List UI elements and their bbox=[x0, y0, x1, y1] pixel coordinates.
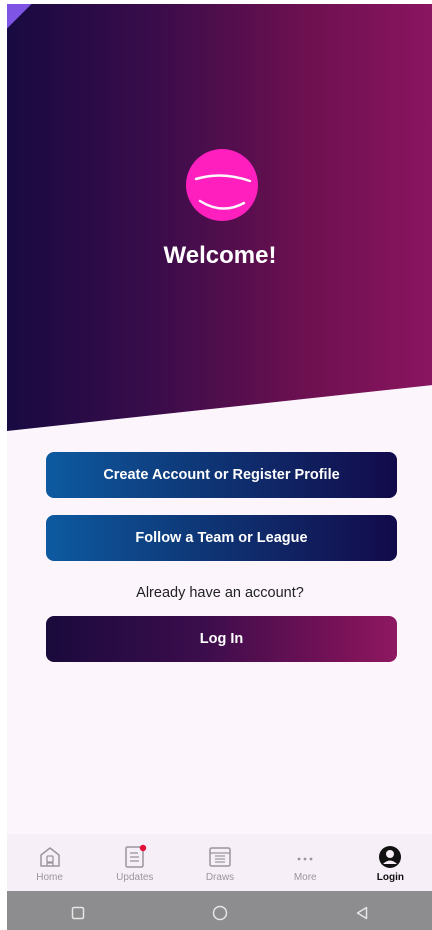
app-frame: Welcome! Create Account or Register Prof… bbox=[7, 4, 432, 930]
home-circle-icon[interactable] bbox=[207, 900, 233, 926]
nav-item-draws[interactable]: Draws bbox=[177, 834, 262, 891]
nav-item-updates[interactable]: Updates bbox=[92, 834, 177, 891]
already-have-account-text: Already have an account? bbox=[136, 585, 304, 601]
more-icon bbox=[292, 844, 318, 870]
back-triangle-icon[interactable] bbox=[349, 900, 375, 926]
updates-icon bbox=[122, 844, 148, 870]
updates-badge bbox=[139, 844, 146, 852]
account-icon bbox=[377, 844, 403, 870]
nav-item-login[interactable]: Login bbox=[348, 834, 432, 891]
recent-apps-icon[interactable] bbox=[65, 900, 91, 926]
nav-item-more[interactable]: More bbox=[263, 834, 348, 891]
nav-label-draws: Draws bbox=[205, 872, 235, 883]
welcome-title: Welcome! bbox=[163, 242, 277, 269]
nav-label-login: Login bbox=[376, 872, 405, 883]
ball-logo-icon bbox=[186, 149, 258, 221]
nav-label-more: More bbox=[293, 872, 317, 883]
log-in-button[interactable]: Log In bbox=[46, 616, 397, 662]
home-icon bbox=[37, 844, 63, 870]
nav-label-home: Home bbox=[36, 872, 63, 883]
bottom-navigation: Home Updates Draws More Login bbox=[7, 834, 432, 891]
nav-label-updates: Updates bbox=[116, 872, 154, 883]
draws-icon bbox=[207, 844, 233, 870]
nav-item-home[interactable]: Home bbox=[7, 834, 92, 891]
follow-team-button[interactable]: Follow a Team or League bbox=[46, 515, 397, 561]
create-account-button[interactable]: Create Account or Register Profile bbox=[46, 452, 397, 498]
system-navigation-bar bbox=[7, 891, 432, 930]
